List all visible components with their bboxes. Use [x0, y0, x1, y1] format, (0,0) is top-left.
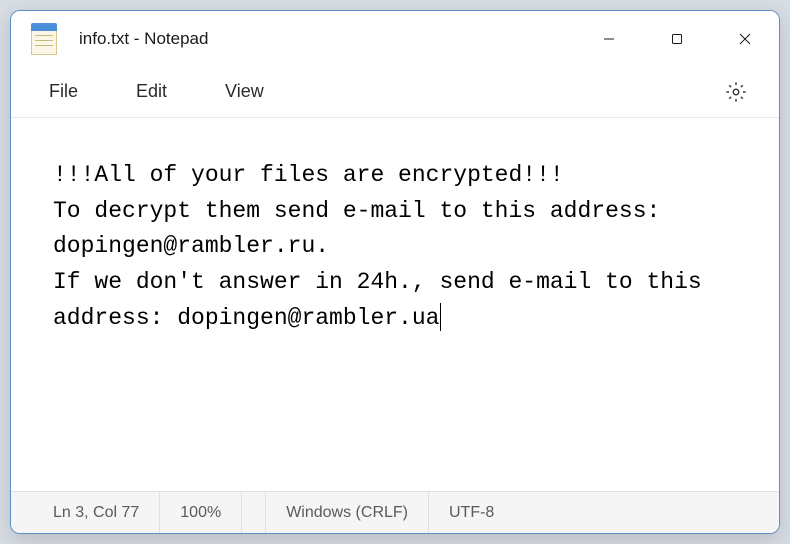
- status-position: Ln 3, Col 77: [11, 492, 160, 533]
- menu-view[interactable]: View: [217, 75, 272, 108]
- menu-file[interactable]: File: [41, 75, 86, 108]
- window-controls: [575, 11, 779, 66]
- notepad-window: info.txt - Notepad File Edit View !!!All…: [10, 10, 780, 534]
- close-button[interactable]: [711, 11, 779, 66]
- settings-button[interactable]: [713, 69, 759, 115]
- statusbar: Ln 3, Col 77 100% Windows (CRLF) UTF-8: [11, 491, 779, 533]
- minimize-button[interactable]: [575, 11, 643, 66]
- maximize-button[interactable]: [643, 11, 711, 66]
- status-spacer: [242, 492, 266, 533]
- text-editor[interactable]: !!!All of your files are encrypted!!! To…: [11, 118, 779, 491]
- notepad-icon: [31, 23, 57, 55]
- status-encoding: UTF-8: [429, 492, 514, 533]
- status-line-ending: Windows (CRLF): [266, 492, 429, 533]
- menubar: File Edit View: [11, 66, 779, 118]
- editor-content: !!!All of your files are encrypted!!! To…: [53, 162, 716, 331]
- status-zoom[interactable]: 100%: [160, 492, 242, 533]
- menu-edit[interactable]: Edit: [128, 75, 175, 108]
- window-title: info.txt - Notepad: [79, 29, 575, 49]
- text-cursor: [440, 303, 441, 331]
- titlebar[interactable]: info.txt - Notepad: [11, 11, 779, 66]
